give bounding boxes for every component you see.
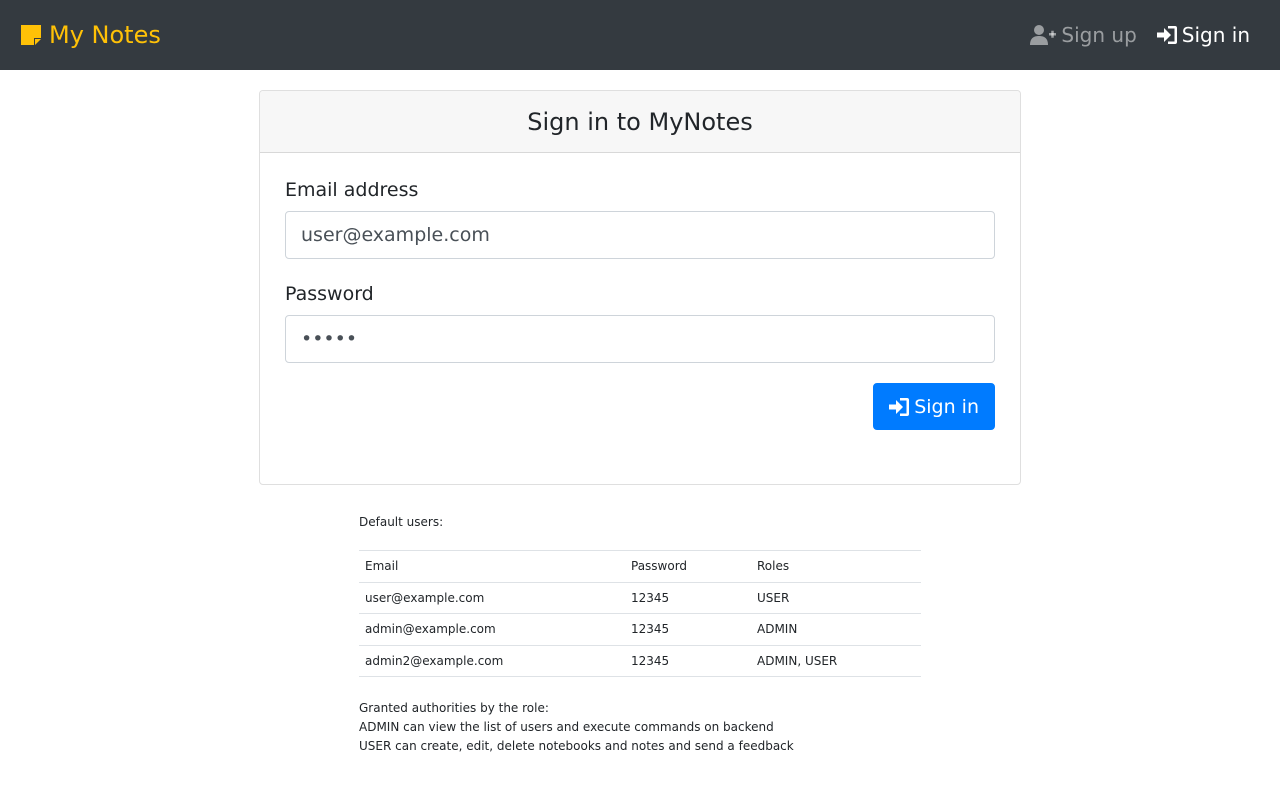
- password-field[interactable]: [285, 315, 995, 363]
- authority-line-admin: ADMIN can view the list of users and exe…: [359, 720, 774, 734]
- cell-password: 12345: [625, 613, 751, 645]
- authorities-info: Granted authorities by the role: ADMIN c…: [359, 699, 921, 756]
- cell-password: 12345: [625, 581, 751, 614]
- email-field[interactable]: [285, 211, 995, 259]
- email-label: Email address: [285, 179, 419, 201]
- default-users-table: Email Password Roles user@example.com 12…: [359, 550, 921, 677]
- user-plus-icon: [1030, 25, 1057, 45]
- signin-form: Email address Password Sign in: [260, 153, 1020, 430]
- signin-card: Sign in to MyNotes Email address Passwor…: [259, 90, 1021, 485]
- button-row: Sign in: [285, 383, 995, 430]
- column-header-roles: Roles: [751, 550, 921, 582]
- brand-link[interactable]: My Notes: [20, 21, 161, 49]
- authorities-title: Granted authorities by the role:: [359, 701, 549, 715]
- sign-in-icon: [889, 397, 910, 416]
- sign-in-icon: [1156, 26, 1177, 44]
- signup-link[interactable]: Sign up: [1030, 23, 1137, 47]
- table-row: user@example.com 12345 USER: [359, 581, 921, 614]
- cell-roles: ADMIN: [751, 613, 921, 645]
- table-row: admin2@example.com 12345 ADMIN, USER: [359, 644, 921, 677]
- signin-button[interactable]: Sign in: [873, 383, 995, 430]
- default-users-info: Default users: Email Password Roles user…: [359, 515, 921, 756]
- navbar: My Notes Sign up Sign in: [0, 0, 1280, 70]
- password-group: Password: [285, 283, 995, 363]
- default-users-title: Default users:: [359, 515, 444, 529]
- column-header-password: Password: [625, 550, 751, 582]
- password-label: Password: [285, 283, 374, 305]
- signin-button-label: Sign in: [914, 395, 979, 418]
- nav-links: Sign up Sign in: [1030, 23, 1250, 47]
- authority-line-user: USER can create, edit, delete notebooks …: [359, 739, 794, 753]
- signup-label: Sign up: [1061, 23, 1137, 47]
- cell-roles: ADMIN, USER: [751, 644, 921, 677]
- brand-label: My Notes: [49, 21, 161, 49]
- signin-label: Sign in: [1181, 23, 1250, 47]
- table-header-row: Email Password Roles: [359, 550, 921, 582]
- email-group: Email address: [285, 179, 995, 259]
- cell-email: admin2@example.com: [359, 644, 625, 677]
- cell-email: admin@example.com: [359, 613, 625, 645]
- column-header-email: Email: [359, 550, 625, 582]
- table-row: admin@example.com 12345 ADMIN: [359, 613, 921, 645]
- card-title: Sign in to MyNotes: [260, 91, 1020, 153]
- cell-roles: USER: [751, 581, 921, 614]
- cell-password: 12345: [625, 644, 751, 677]
- cell-email: user@example.com: [359, 581, 625, 614]
- sticky-note-icon: [21, 25, 41, 45]
- signin-link[interactable]: Sign in: [1156, 23, 1250, 47]
